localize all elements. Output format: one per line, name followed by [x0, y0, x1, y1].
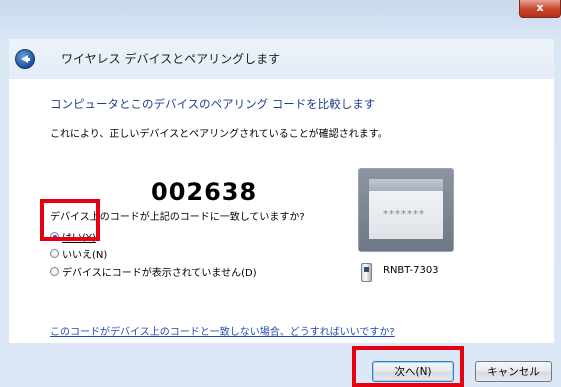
highlight-box-next	[352, 346, 464, 387]
radio-option-no[interactable]: いいえ(N)	[50, 246, 107, 261]
radio-button[interactable]	[50, 267, 59, 276]
radio-label-no: いいえ(N)	[62, 250, 108, 261]
cancel-button[interactable]: キャンセル	[475, 361, 552, 382]
device-screen: *******	[369, 179, 443, 239]
device-preview: *******	[358, 168, 454, 252]
close-button[interactable]: x	[519, 0, 561, 18]
instruction-heading: コンピュータとこのデバイスのペアリング コードを比較します	[50, 97, 376, 111]
radio-option-no-code[interactable]: デバイスにコードが表示されていません(D)	[50, 264, 257, 279]
radio-button[interactable]	[50, 249, 59, 258]
pairing-code: 002638	[151, 178, 258, 206]
highlight-box-radio	[40, 199, 100, 241]
instruction-text: これにより、正しいデバイスとペアリングされていることが確認されます。	[50, 129, 388, 140]
radio-label-no-code: デバイスにコードが表示されていません(D)	[62, 268, 257, 279]
back-arrow-icon[interactable]	[15, 49, 35, 69]
device-icon	[361, 263, 372, 282]
device-screen-text: *******	[383, 209, 425, 220]
device-screen-bar	[369, 179, 443, 191]
help-link[interactable]: このコードがデバイス上のコードと一致しない場合、どうすればいいですか?	[50, 323, 395, 338]
device-name: RNBT-7303	[383, 265, 439, 276]
window-title: ワイヤレス デバイスとペアリングします	[61, 52, 281, 66]
